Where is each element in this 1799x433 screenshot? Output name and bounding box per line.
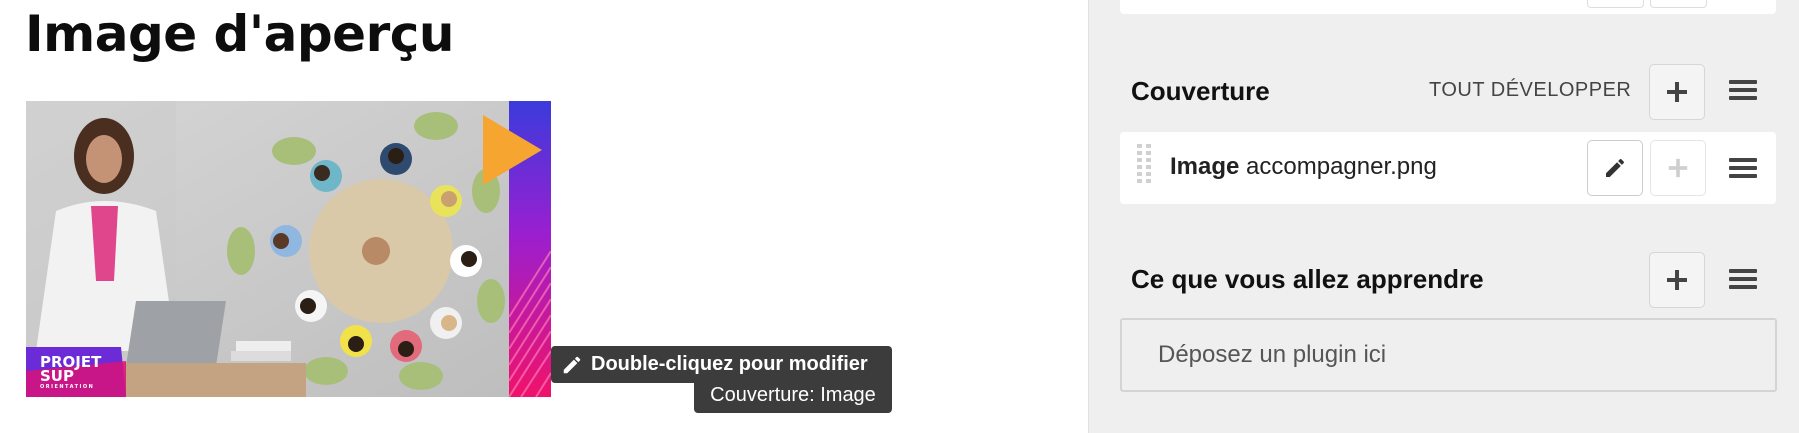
logo-line-2: SUP: [40, 367, 74, 385]
structure-panel: Couverture TOUT DÉVELOPPER Image accompa…: [1088, 0, 1799, 433]
plugin-dropzone[interactable]: Déposez un plugin ici: [1120, 318, 1777, 392]
cover-preview-image[interactable]: PROJET SUP ORIENTATION: [26, 101, 551, 397]
plugin-menu-button[interactable]: [1723, 148, 1763, 188]
projet-sup-logo: PROJET SUP ORIENTATION: [40, 355, 101, 391]
previous-plugin-card: [1120, 0, 1776, 14]
section-menu-button[interactable]: [1723, 259, 1763, 299]
logo-line-3: ORIENTATION: [40, 384, 95, 390]
edit-hint-text: Double-cliquez pour modifier: [591, 353, 868, 375]
section-title-couverture: Couverture: [1131, 76, 1270, 106]
add-child-plugin-button[interactable]: [1650, 140, 1706, 196]
add-plugin-button[interactable]: [1649, 252, 1705, 308]
pencil-icon: [1606, 158, 1625, 177]
placeholder-label-tooltip: Couverture: Image: [694, 378, 892, 413]
plus-icon: [1667, 82, 1687, 102]
section-title-learn: Ce que vous allez apprendre: [1131, 264, 1484, 294]
plugin-type: Image: [1170, 153, 1240, 180]
page-title: Image d'aperçu: [25, 5, 455, 63]
pencil-icon: [561, 354, 583, 376]
add-plugin-button[interactable]: [1649, 64, 1705, 120]
previous-add-button[interactable]: [1650, 0, 1707, 8]
hamburger-icon: [1729, 265, 1757, 293]
drag-handle-icon[interactable]: [1137, 144, 1151, 192]
hamburger-icon: [1729, 76, 1757, 104]
plugin-row-image[interactable]: Image accompagner.png: [1120, 132, 1776, 204]
edit-plugin-button[interactable]: [1587, 140, 1643, 196]
hamburger-icon: [1729, 154, 1757, 182]
plus-icon: [1668, 158, 1688, 178]
plugin-filename: accompagner.png: [1246, 153, 1437, 180]
previous-edit-button[interactable]: [1587, 0, 1644, 8]
expand-all-link[interactable]: TOUT DÉVELOPPER: [1429, 79, 1631, 102]
section-menu-button[interactable]: [1723, 70, 1763, 110]
plugin-label: Image accompagner.png: [1170, 153, 1437, 181]
cover-photo: [26, 101, 551, 397]
plus-icon: [1667, 270, 1687, 290]
